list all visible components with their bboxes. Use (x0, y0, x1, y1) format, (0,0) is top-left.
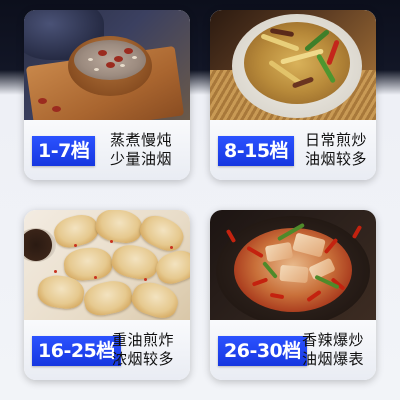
description-line-2: 少量油烟 (110, 150, 173, 168)
description-line-1: 重油煎炸 (112, 331, 175, 349)
description-line-2: 浓烟较多 (112, 350, 175, 368)
gear-range-badge: 8-15档 (218, 136, 295, 166)
stir-fry-photo (210, 10, 376, 120)
gear-card-8-15: 8-15档 日常煎炒 油烟较多 (210, 10, 376, 180)
card-footer: 26-30档 香辣爆炒 油烟爆表 (210, 320, 376, 380)
cooking-description: 蒸煮慢炖 少量油烟 (110, 131, 172, 169)
cooking-description: 日常煎炒 油烟较多 (305, 131, 367, 169)
description-line-2: 油烟爆表 (302, 350, 365, 368)
description-line-1: 蒸煮慢炖 (110, 131, 173, 149)
cooking-description: 香辣爆炒 油烟爆表 (302, 331, 364, 369)
spicy-stir-fry-photo (210, 210, 376, 320)
page: { "cards": [ { "badge": "1-7档", "desc_li… (0, 0, 400, 400)
card-footer: 8-15档 日常煎炒 油烟较多 (210, 120, 376, 180)
porridge-bowl-photo (24, 10, 190, 120)
card-footer: 16-25档 重油煎炸 浓烟较多 (24, 320, 190, 380)
description-line-1: 香辣爆炒 (302, 331, 365, 349)
description-line-2: 油烟较多 (305, 150, 368, 168)
cooking-description: 重油煎炸 浓烟较多 (112, 331, 174, 369)
gear-card-1-7: 1-7档 蒸煮慢炖 少量油烟 (24, 10, 190, 180)
gear-range-badge: 1-7档 (32, 136, 96, 166)
description-line-1: 日常煎炒 (305, 131, 368, 149)
fried-dumplings-photo (24, 210, 190, 320)
gear-card-26-30: 26-30档 香辣爆炒 油烟爆表 (210, 210, 376, 380)
gear-range-badge: 26-30档 (218, 336, 307, 366)
gear-card-16-25: 16-25档 重油煎炸 浓烟较多 (24, 210, 190, 380)
gear-range-badge: 16-25档 (32, 336, 121, 366)
card-footer: 1-7档 蒸煮慢炖 少量油烟 (24, 120, 190, 180)
